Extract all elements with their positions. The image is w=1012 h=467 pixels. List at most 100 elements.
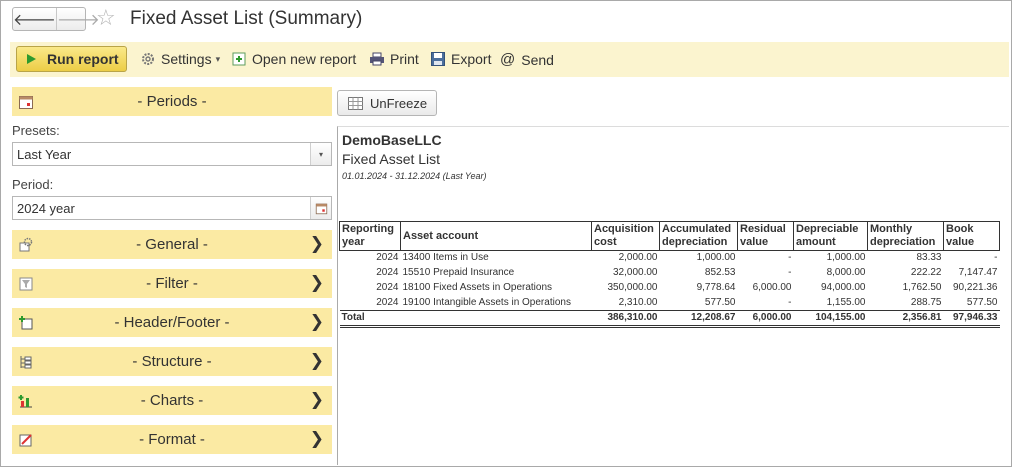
cell-depreciable-amount: 8,000.00 [826, 267, 866, 278]
send-label: Send [521, 51, 554, 68]
header-footer-section-header[interactable]: - Header/Footer - ❯ [12, 308, 332, 337]
structure-section-label: - Structure - [132, 353, 212, 370]
header-accumulated-depreciation: Accumulated depreciation [659, 221, 738, 251]
period-field[interactable]: 2024 year [12, 196, 332, 220]
cell-book-value: 7,147.47 [958, 267, 998, 278]
cell-monthly-depreciation: 83.33 [916, 252, 942, 264]
window-title: Fixed Asset List (Summary) [130, 8, 363, 29]
cell-accumulated-depreciation: 852.53 [704, 267, 736, 278]
period-value: 2024 year [17, 201, 75, 216]
open-new-report-label: Open new report [252, 51, 357, 67]
cell-acquisition-cost: 2,000.00 [618, 252, 658, 264]
print-label: Print [390, 51, 419, 67]
table-row: 2024 13400 Items in Use 2,000.00 1,000.0… [340, 251, 1000, 266]
settings-label: Settings [161, 51, 212, 67]
play-icon [27, 54, 36, 64]
total-label: Total [339, 310, 401, 328]
header-residual-value: Residual value [737, 221, 794, 251]
cell-accumulated-depreciation: 9,778.64 [696, 282, 736, 293]
cell-year: 2024 [376, 282, 399, 293]
chevron-right-icon: ❯ [309, 351, 324, 370]
chevron-right-icon: ❯ [309, 273, 324, 292]
table-row: 2024 18100 Fixed Assets in Operations 35… [340, 281, 1000, 296]
cell-acquisition-cost: 350,000.00 [607, 282, 658, 293]
filter-section-header[interactable]: - Filter - ❯ [12, 269, 332, 298]
charts-section-label: - Charts - [140, 392, 204, 409]
cell-residual-value: - [788, 296, 792, 308]
cell-accumulated-depreciation: 1,000.00 [696, 252, 736, 264]
period-label: Period: [12, 177, 54, 192]
total-row: Total 386,310.00 12,208.67 6,000.00 104,… [339, 310, 1000, 328]
presets-value: Last Year [17, 147, 72, 162]
open-new-report-button[interactable]: Open new report [231, 51, 356, 67]
presets-label: Presets: [12, 123, 60, 138]
total-residual-value: 6,000.00 [737, 310, 794, 328]
cell-year: 2024 [376, 296, 399, 308]
cell-monthly-depreciation: 222.22 [910, 267, 942, 278]
unfreeze-label: UnFreeze [370, 95, 428, 111]
send-button[interactable]: @ Send [500, 51, 554, 68]
at-sign-icon: @ [500, 51, 516, 68]
new-report-icon [232, 52, 246, 66]
floppy-disk-icon [431, 52, 445, 66]
chevron-right-icon: ❯ [309, 429, 324, 448]
unfreeze-button[interactable]: UnFreeze [337, 90, 437, 116]
structure-section-header[interactable]: - Structure - ❯ [12, 347, 332, 376]
cell-book-value: 577.50 [966, 296, 998, 308]
cell-depreciable-amount: 94,000.00 [821, 282, 866, 293]
calendar-icon [315, 203, 327, 214]
periods-section-header[interactable]: - Periods - [12, 87, 332, 116]
total-acquisition-cost: 386,310.00 [591, 310, 660, 328]
favorite-star-icon[interactable]: ☆ [96, 6, 116, 30]
gear-icon [142, 53, 154, 65]
table-row: 2024 15510 Prepaid Insurance 32,000.00 8… [340, 266, 1000, 281]
back-arrow-icon: 🡐 [13, 11, 56, 29]
total-monthly-depreciation: 2,356.81 [867, 310, 944, 328]
cell-monthly-depreciation: 288.75 [910, 296, 942, 308]
export-button[interactable]: Export [430, 51, 491, 67]
presets-select[interactable]: Last Year ▾ [12, 142, 332, 166]
charts-section-header[interactable]: - Charts - ❯ [12, 386, 332, 415]
total-account-blank [400, 310, 592, 328]
navigation-buttons: 🡐 🡒 [12, 7, 100, 31]
cell-account: 13400 Items in Use [402, 252, 489, 264]
forward-arrow-icon: 🡒 [56, 11, 100, 29]
general-section-header[interactable]: - General - ❯ [12, 230, 332, 259]
print-button[interactable]: Print [369, 51, 419, 67]
format-section-header[interactable]: - Format - ❯ [12, 425, 332, 454]
cell-book-value: - [994, 252, 998, 264]
cell-account: 15510 Prepaid Insurance [402, 267, 515, 278]
fixed-asset-table: Reporting year Asset account Acquisition c… [339, 221, 1000, 328]
chevron-right-icon: ❯ [309, 234, 324, 253]
back-button[interactable]: 🡐 [13, 8, 56, 30]
run-report-label: Run report [47, 51, 119, 67]
run-report-button[interactable]: Run report [16, 46, 127, 72]
command-bar: Run report Settings ▾ Open new report Pr… [10, 42, 1009, 77]
cell-acquisition-cost: 2,310.00 [618, 296, 658, 308]
header-acquisition-cost: Acquisition cost [591, 221, 660, 251]
header-reporting-year: Reporting year [339, 221, 401, 251]
cell-account: 19100 Intangible Assets in Operations [402, 296, 571, 308]
printer-icon [370, 52, 384, 66]
chevron-right-icon: ❯ [309, 312, 324, 331]
cell-acquisition-cost: 32,000.00 [613, 267, 658, 278]
cell-residual-value: - [788, 252, 792, 264]
cell-depreciable-amount: 1,000.00 [826, 252, 866, 264]
periods-section-label: - Periods - [137, 93, 207, 110]
report-title: Fixed Asset List [342, 151, 441, 167]
header-footer-section-label: - Header/Footer - [114, 314, 230, 331]
report-document: DemoBaseLLC Fixed Asset List 01.01.2024 … [337, 126, 1009, 465]
chevron-down-icon: ▾ [215, 53, 221, 64]
forward-button[interactable]: 🡒 [55, 8, 100, 30]
settings-button[interactable]: Settings ▾ [140, 51, 220, 67]
cell-residual-value: - [788, 267, 792, 278]
format-section-label: - Format - [139, 431, 205, 448]
calendar-picker-button[interactable] [310, 197, 331, 219]
cell-account: 18100 Fixed Assets in Operations [402, 282, 553, 293]
total-book-value: 97,946.33 [943, 310, 1000, 328]
export-label: Export [451, 51, 492, 67]
cell-residual-value: 6,000.00 [752, 282, 792, 293]
dropdown-button[interactable]: ▾ [310, 143, 331, 165]
total-accumulated-depreciation: 12,208.67 [659, 310, 738, 328]
cell-accumulated-depreciation: 577.50 [704, 296, 736, 308]
